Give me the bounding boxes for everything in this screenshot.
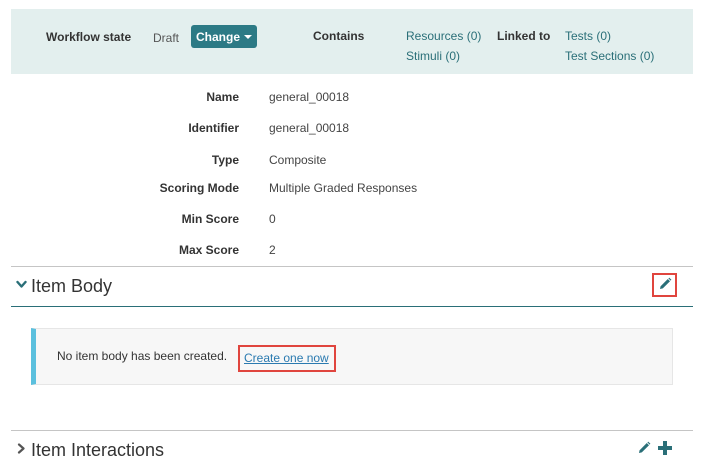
pencil-icon — [658, 277, 672, 294]
item-body-empty-notice: No item body has been created. Create on… — [31, 328, 673, 385]
property-label: Name — [206, 90, 239, 104]
property-label: Identifier — [188, 121, 239, 135]
chevron-down-icon — [16, 279, 27, 293]
property-value: general_00018 — [269, 121, 350, 135]
test-sections-link[interactable]: Test Sections (0) — [565, 49, 654, 63]
property-row-scoring-mode: Scoring Mode Multiple Graded Responses — [0, 181, 703, 197]
item-interactions-header[interactable]: Item Interactions — [11, 431, 693, 469]
property-row-min-score: Min Score 0 — [0, 212, 703, 228]
contains-label: Contains — [313, 29, 365, 43]
workflow-state-value: Draft — [153, 31, 180, 45]
property-value: 2 — [269, 243, 276, 257]
add-item-interaction-button[interactable] — [655, 440, 675, 458]
plus-icon — [657, 440, 673, 459]
workflow-bar: Workflow state Draft Change Contains Res… — [11, 9, 693, 74]
pencil-icon — [637, 441, 651, 458]
edit-item-body-button[interactable] — [652, 273, 677, 297]
chevron-right-icon — [16, 443, 27, 457]
property-value: Composite — [269, 153, 327, 167]
create-item-body-highlight: Create one now — [238, 345, 336, 372]
stimuli-link[interactable]: Stimuli (0) — [406, 49, 460, 63]
item-body-empty-message: No item body has been created. — [57, 349, 228, 363]
property-row-max-score: Max Score 2 — [0, 243, 703, 259]
resources-link[interactable]: Resources (0) — [406, 29, 481, 43]
property-value: general_00018 — [269, 90, 350, 104]
property-label: Scoring Mode — [159, 181, 239, 195]
section-divider — [11, 306, 693, 307]
property-label: Min Score — [181, 212, 239, 226]
item-body-title: Item Body — [31, 276, 113, 296]
property-row-type: Type Composite — [0, 153, 703, 169]
tests-link[interactable]: Tests (0) — [565, 29, 611, 43]
change-button-label: Change — [195, 29, 240, 44]
edit-item-interactions-button[interactable] — [635, 440, 653, 458]
property-row-name: Name general_00018 — [0, 90, 703, 106]
item-interactions-title: Item Interactions — [31, 440, 165, 460]
caret-down-icon — [244, 35, 252, 39]
create-item-body-link[interactable]: Create one now — [244, 351, 329, 365]
property-label: Max Score — [178, 243, 239, 257]
property-value: Multiple Graded Responses — [269, 181, 418, 195]
property-value: 0 — [269, 212, 276, 226]
item-body-header[interactable]: Item Body — [11, 267, 693, 307]
linked-to-label: Linked to — [497, 29, 551, 43]
workflow-state-label: Workflow state — [46, 30, 132, 44]
property-label: Type — [211, 153, 239, 167]
change-state-button[interactable]: Change — [191, 25, 257, 48]
property-row-identifier: Identifier general_00018 — [0, 121, 703, 137]
